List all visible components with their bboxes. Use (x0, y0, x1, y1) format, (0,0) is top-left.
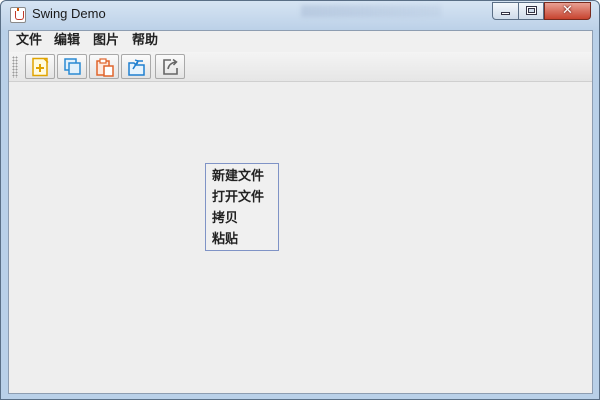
maximize-icon (526, 6, 537, 15)
popup-item-paste[interactable]: 粘贴 (206, 229, 278, 250)
tool-bar (9, 52, 592, 82)
menu-bar: 文件 编辑 图片 帮助 (9, 31, 592, 53)
toolbar-drag-handle[interactable] (12, 56, 18, 78)
app-window: Swing Demo ✕ 文件 编辑 图片 帮助 新建文件 打开文件 拷贝 粘贴 (0, 0, 600, 400)
open-file-button[interactable] (121, 54, 151, 79)
maximize-button[interactable] (518, 2, 544, 20)
menu-edit[interactable]: 编辑 (49, 32, 85, 50)
export-button[interactable] (155, 54, 185, 79)
new-file-button[interactable] (25, 54, 55, 79)
menu-image[interactable]: 图片 (88, 32, 124, 50)
title-bar[interactable]: Swing Demo ✕ (1, 1, 599, 30)
blurred-background-title (301, 5, 441, 17)
minimize-button[interactable] (492, 2, 519, 20)
paste-button[interactable] (89, 54, 119, 79)
close-icon: ✕ (562, 3, 573, 18)
popup-item-open-file[interactable]: 打开文件 (206, 187, 278, 208)
copy-icon (64, 58, 81, 75)
paste-icon (96, 58, 114, 77)
popup-item-new-file[interactable]: 新建文件 (206, 166, 278, 187)
copy-button[interactable] (57, 54, 87, 79)
window-title: Swing Demo (32, 6, 106, 21)
java-app-icon[interactable] (10, 7, 26, 23)
minimize-icon (501, 12, 510, 15)
close-button[interactable]: ✕ (544, 2, 591, 20)
export-icon (163, 58, 178, 75)
menu-help[interactable]: 帮助 (127, 32, 163, 50)
context-popup-menu: 新建文件 打开文件 拷贝 粘贴 (205, 163, 279, 251)
open-file-icon (128, 59, 145, 76)
popup-item-copy[interactable]: 拷贝 (206, 208, 278, 229)
new-file-icon (32, 57, 49, 77)
content-pane: 文件 编辑 图片 帮助 新建文件 打开文件 拷贝 粘贴 (8, 30, 593, 394)
menu-file[interactable]: 文件 (11, 32, 47, 50)
